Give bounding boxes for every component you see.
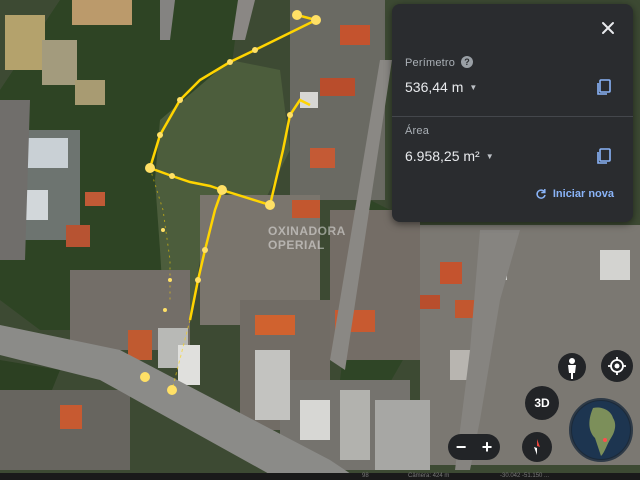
status-bar: 98 Câmera: 424 m -30.042 -51.150 ... xyxy=(0,473,640,480)
panel-divider xyxy=(392,116,633,117)
help-icon[interactable]: ? xyxy=(461,56,474,68)
restart-icon xyxy=(536,189,546,199)
area-value-row[interactable]: 6.958,25 m² ▼ xyxy=(405,148,494,164)
zoom-out-button[interactable]: − xyxy=(456,437,467,458)
perimeter-value: 536,44 m xyxy=(405,79,464,95)
watermark: OXINADORA OPERIAL xyxy=(268,224,346,252)
perimeter-label: Perímetro xyxy=(405,57,456,69)
restart-label: Iniciar nova xyxy=(552,188,614,200)
measure-panel: Perímetro? 536,44 m ▼ Área 6.958,25 m² ▼… xyxy=(392,4,633,222)
copy-icon[interactable] xyxy=(595,78,613,96)
watermark-line1: OXINADORA xyxy=(268,224,346,238)
unit-dropdown-icon[interactable]: ▼ xyxy=(486,152,494,161)
unit-dropdown-icon[interactable]: ▼ xyxy=(469,83,477,92)
zoom-in-button[interactable]: + xyxy=(482,437,493,458)
area-value: 6.958,25 m² xyxy=(405,148,480,164)
compass-icon[interactable] xyxy=(522,432,552,462)
coordinates: -30.042 -51.150 ... xyxy=(500,473,550,479)
status-left: 98 xyxy=(362,473,369,479)
pegman-icon[interactable] xyxy=(557,352,587,386)
copy-icon[interactable] xyxy=(595,147,613,165)
camera-altitude: Câmera: 424 m xyxy=(408,473,450,479)
close-icon[interactable] xyxy=(597,17,619,39)
my-location-icon[interactable] xyxy=(601,350,633,382)
restart-measure-button[interactable]: Iniciar nova xyxy=(535,188,614,200)
globe-icon[interactable] xyxy=(569,398,633,462)
area-label: Área xyxy=(405,125,430,137)
perimeter-value-row[interactable]: 536,44 m ▼ xyxy=(405,79,477,95)
zoom-control: − + xyxy=(448,434,500,460)
perimeter-label-row: Perímetro? xyxy=(405,56,474,69)
watermark-line2: OPERIAL xyxy=(268,238,325,252)
toggle-3d-button[interactable]: 3D xyxy=(525,386,559,420)
